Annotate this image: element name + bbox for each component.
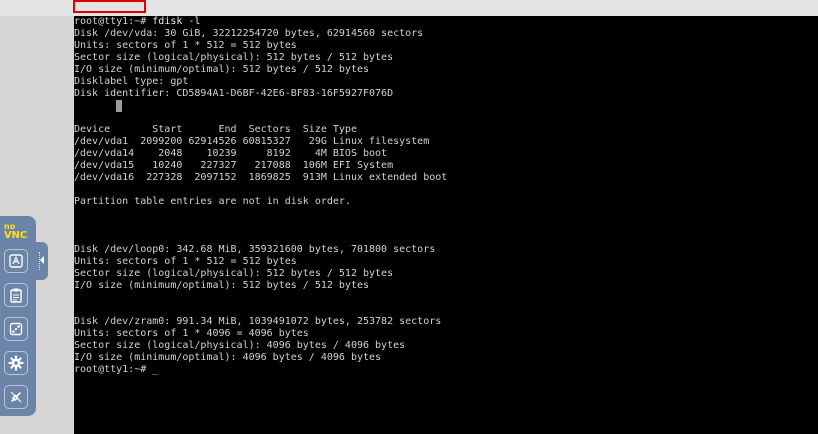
terminal-text: Disk /dev/zram0: 991.34 MiB, 1039491072 … (74, 316, 442, 327)
terminal-text: I/O size (minimum/optimal): 512 bytes / … (74, 280, 370, 291)
terminal-line: Sector size (logical/physical): 512 byte… (74, 52, 393, 64)
terminal-line: I/O size (minimum/optimal): 4096 bytes /… (74, 352, 381, 364)
terminal-text: _ (146, 364, 159, 375)
terminal-line: Partition table entries are not in disk … (74, 196, 351, 208)
terminal-line: Units: sectors of 1 * 512 = 512 bytes (74, 256, 297, 268)
terminal-line: /dev/vda15 10240 227327 217088 106M EFI … (74, 160, 393, 172)
terminal-line: Disk identifier: CD5894A1-D6BF-42E6-BF83… (74, 88, 393, 100)
terminal-text: Device Start End Sectors Size Type (74, 124, 357, 135)
terminal-text: Disk /dev/loop0: 342.68 MiB, 359321600 b… (74, 244, 436, 255)
terminal-line: root@tty1:~# fdisk -l (74, 16, 200, 28)
terminal-line: /dev/vda14 2048 10239 8192 4M BIOS boot (74, 148, 387, 160)
terminal-text: ~# (134, 16, 147, 27)
terminal-text: I/O size (minimum/optimal): 512 bytes / … (74, 64, 370, 75)
dice-icon (9, 322, 23, 336)
terminal-text: Units: sectors of 1 * 4096 = 4096 bytes (74, 328, 309, 339)
clipboard-button[interactable] (4, 283, 28, 307)
keyboard-button[interactable] (4, 249, 28, 273)
terminal-text: /dev/vda14 2048 10239 8192 4M BIOS boot (74, 148, 388, 159)
terminal-line: /dev/vda16 227328 2097152 1869825 913M L… (74, 172, 447, 184)
terminal-text: ~# (134, 364, 147, 375)
disconnect-icon (10, 391, 22, 403)
disconnect-button[interactable] (4, 385, 28, 409)
keyboard-icon (9, 254, 23, 268)
clipboard-icon (10, 288, 22, 303)
terminal-line: I/O size (minimum/optimal): 512 bytes / … (74, 280, 369, 292)
terminal-line: Disk /dev/vda: 30 GiB, 32212254720 bytes… (74, 28, 423, 40)
terminal-text: /dev/vda15 10240 227327 217088 106M EFI … (74, 160, 394, 171)
terminal-line: Sector size (logical/physical): 512 byte… (74, 268, 393, 280)
terminal-text: Partition table entries are not in disk … (74, 196, 351, 207)
settings-button[interactable] (4, 351, 28, 375)
terminal-text: Disk identifier: CD5894A1-D6BF-42E6-BF83… (74, 88, 394, 99)
terminal-text: Units: sectors of 1 * 512 = 512 bytes (74, 40, 297, 51)
terminal-text: Sector size (logical/physical): 512 byte… (74, 52, 394, 63)
terminal-line: Disklabel type: gpt (74, 76, 188, 88)
terminal-text: root@tty1: (74, 16, 135, 27)
novnc-logo-vnc: VNC (4, 230, 27, 241)
gear-icon (8, 355, 24, 371)
terminal-line: root@tty1:~# _ (74, 364, 158, 376)
terminal-line: Disk /dev/loop0: 342.68 MiB, 359321600 b… (74, 244, 435, 256)
terminal-text: I/O size (minimum/optimal): 4096 bytes /… (74, 352, 382, 363)
extra-keys-button[interactable] (4, 317, 28, 341)
terminal-text: fdisk -l (146, 16, 201, 27)
terminal-cursor-block (116, 100, 122, 112)
novnc-logo: no VNC (2, 222, 36, 242)
terminal-line: /dev/vda1 2099200 62914526 60815327 29G … (74, 136, 429, 148)
collapse-arrow-icon (40, 256, 44, 264)
terminal-line: Disk /dev/zram0: 991.34 MiB, 1039491072 … (74, 316, 441, 328)
novnc-control-bar-handle[interactable] (36, 242, 48, 280)
terminal-text: /dev/vda1 2099200 62914526 60815327 29G … (74, 136, 430, 147)
terminal-text: Units: sectors of 1 * 512 = 512 bytes (74, 256, 297, 267)
terminal-text: /dev/vda16 227328 2097152 1869825 913M L… (74, 172, 448, 183)
terminal-text: Sector size (logical/physical): 512 byte… (74, 268, 394, 279)
terminal-text: Disk /dev/vda: 30 GiB, 32212254720 bytes… (74, 28, 424, 39)
vnc-terminal-screen[interactable]: root@tty1:~# fdisk -l Disk /dev/vda: 30 G… (74, 16, 818, 434)
terminal-line: I/O size (minimum/optimal): 512 bytes / … (74, 64, 369, 76)
terminal-text: root@tty1: (74, 364, 135, 375)
terminal-text: Disklabel type: gpt (74, 76, 189, 87)
terminal-line: Device Start End Sectors Size Type (74, 124, 357, 136)
command-highlight-box (73, 0, 146, 13)
terminal-line: Sector size (logical/physical): 4096 byt… (74, 340, 405, 352)
terminal-text: Sector size (logical/physical): 4096 byt… (74, 340, 406, 351)
terminal-line: Units: sectors of 1 * 512 = 512 bytes (74, 40, 297, 52)
terminal-line: Units: sectors of 1 * 4096 = 4096 bytes (74, 328, 309, 340)
